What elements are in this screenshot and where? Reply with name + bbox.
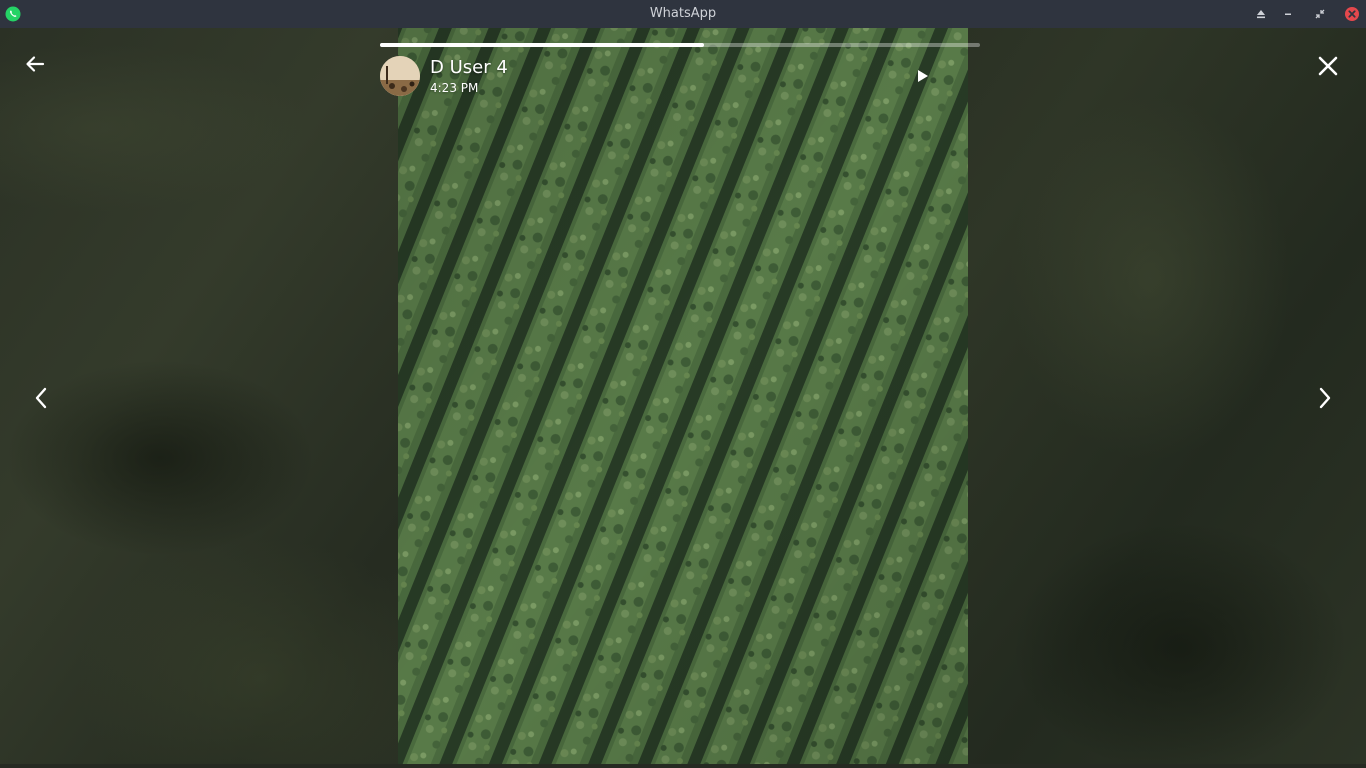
previous-status-button[interactable]: [26, 383, 56, 413]
minimize-icon[interactable]: [1280, 6, 1296, 22]
restore-icon[interactable]: [1312, 6, 1328, 22]
close-status-button[interactable]: [1312, 50, 1344, 82]
close-icon: [1318, 56, 1338, 76]
status-timestamp: 4:23 PM: [430, 81, 479, 95]
next-status-button[interactable]: [1310, 383, 1340, 413]
back-button[interactable]: [20, 49, 50, 79]
status-progress-bar: [380, 43, 980, 47]
title-bar[interactable]: WhatsApp: [0, 0, 1366, 28]
eject-icon[interactable]: [1253, 6, 1269, 22]
status-image: [398, 28, 968, 765]
arrow-left-icon: [26, 56, 45, 72]
play-icon: [918, 70, 928, 82]
chevron-left-icon: [35, 387, 47, 409]
status-progress-fill: [380, 43, 704, 47]
chevron-right-icon: [1319, 387, 1331, 409]
avatar[interactable]: [380, 56, 420, 96]
play-button[interactable]: [910, 64, 934, 88]
whatsapp-window: WhatsApp D User 4 4:23 PM: [0, 0, 1366, 768]
sender-name: D User 4: [430, 57, 508, 78]
window-bottom-edge: [0, 764, 1366, 768]
window-title: WhatsApp: [649, 6, 717, 21]
close-window-icon[interactable]: [1344, 6, 1360, 22]
